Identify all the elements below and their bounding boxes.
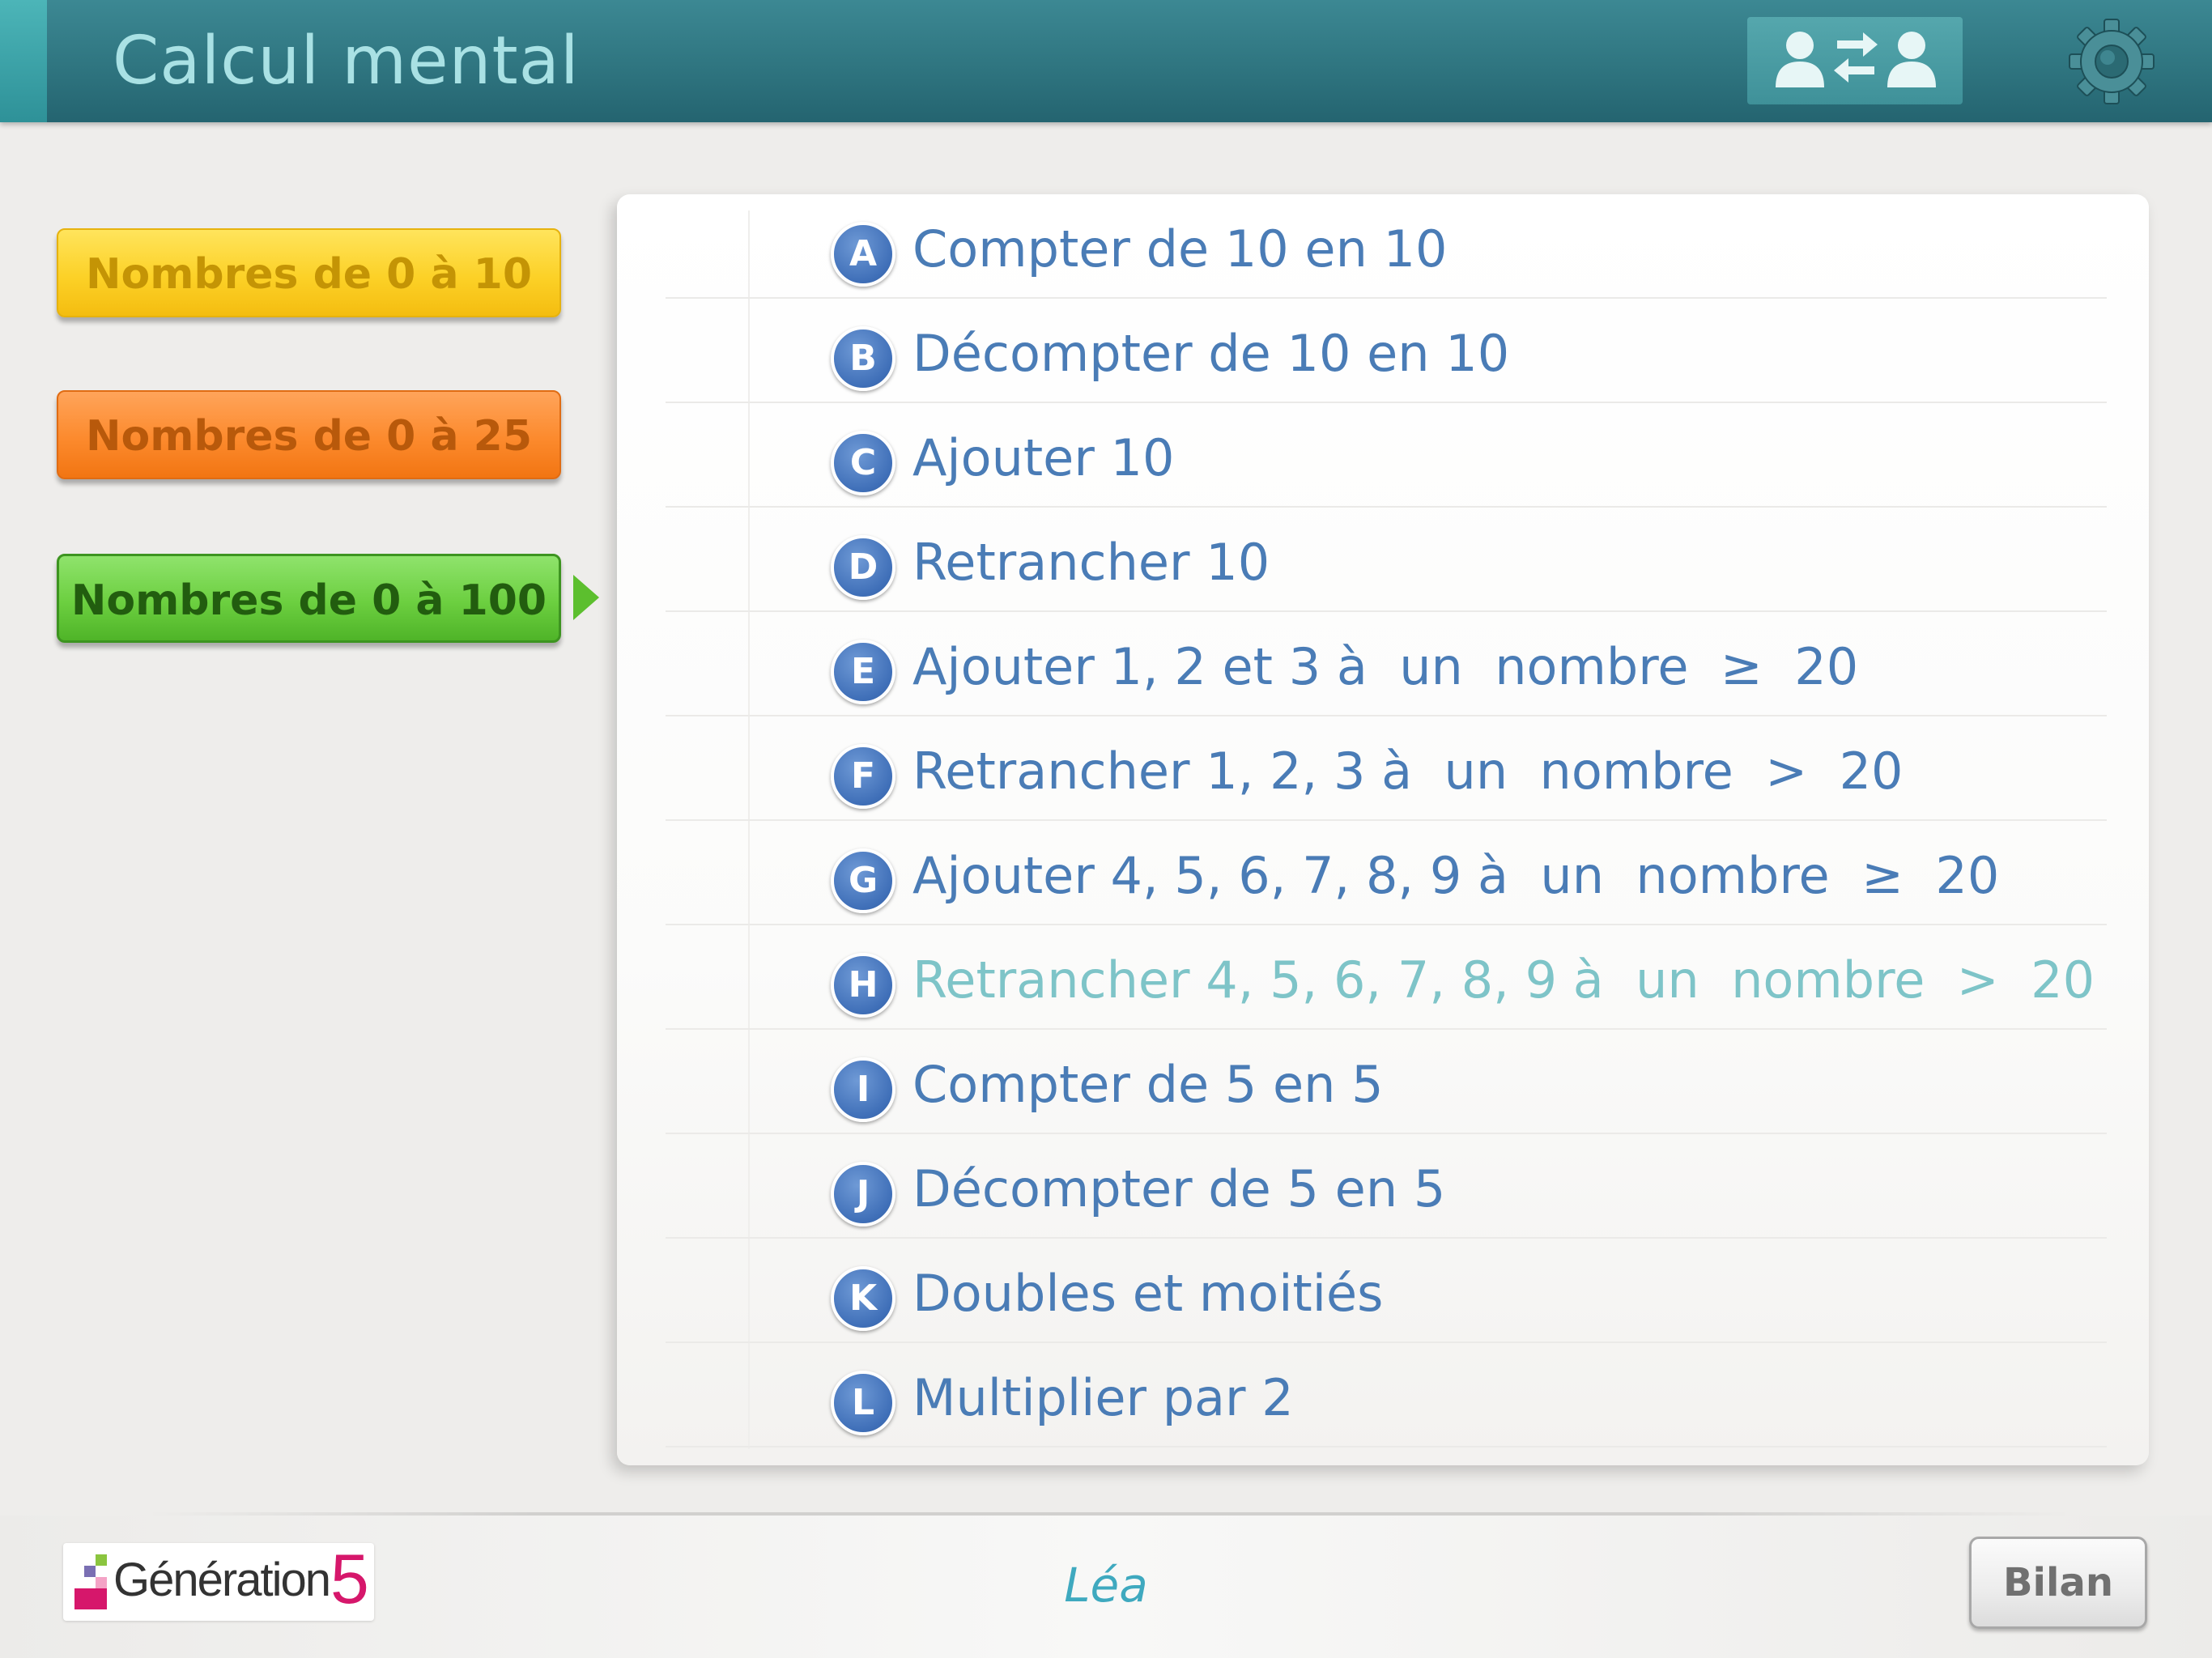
exercise-letter-badge: K bbox=[831, 1266, 895, 1331]
exercise-letter-badge: G bbox=[831, 848, 895, 913]
student-name: Léa bbox=[1064, 1558, 1148, 1613]
app-header: Calcul mental bbox=[0, 0, 2212, 122]
logo-text: Génération bbox=[113, 1554, 331, 1606]
category-button-0-100[interactable]: Nombres de 0 à 100 bbox=[57, 554, 561, 643]
switch-user-icon bbox=[1776, 32, 1936, 87]
exercise-label: Compter de 5 en 5 bbox=[912, 1055, 1384, 1114]
exercise-label: Ajouter 4, 5, 6, 7, 8, 9 à un nombre ≥ 2… bbox=[912, 846, 2000, 905]
gear-icon bbox=[2069, 19, 2155, 104]
exercise-item-b[interactable]: B Décompter de 10 en 10 bbox=[666, 299, 2107, 403]
exercise-item-i[interactable]: I Compter de 5 en 5 bbox=[666, 1030, 2107, 1134]
exercise-label: Décompter de 10 en 10 bbox=[912, 324, 1510, 383]
exercise-letter-badge: B bbox=[831, 326, 895, 391]
exercise-letter-badge: A bbox=[831, 222, 895, 287]
exercise-item-d[interactable]: D Retrancher 10 bbox=[666, 508, 2107, 612]
exercise-letter-badge: I bbox=[831, 1057, 895, 1122]
exercise-label: Décompter de 5 en 5 bbox=[912, 1159, 1446, 1218]
exercise-label: Retrancher 10 bbox=[912, 533, 1270, 592]
logo-squares-icon bbox=[74, 1554, 107, 1609]
exercise-item-h[interactable]: H Retrancher 4, 5, 6, 7, 8, 9 à un nombr… bbox=[666, 925, 2107, 1030]
exercise-item-j[interactable]: J Décompter de 5 en 5 bbox=[666, 1134, 2107, 1239]
exercise-item-l[interactable]: L Multiplier par 2 bbox=[666, 1343, 2107, 1448]
exercise-item-f[interactable]: F Retrancher 1, 2, 3 à un nombre > 20 bbox=[666, 716, 2107, 821]
exercise-letter-badge: H bbox=[831, 953, 895, 1018]
exercise-label: Retrancher 4, 5, 6, 7, 8, 9 à un nombre … bbox=[912, 950, 2095, 1010]
exercise-label: Doubles et moitiés bbox=[912, 1264, 1384, 1323]
exercise-letter-badge: J bbox=[831, 1162, 895, 1226]
selected-category-arrow bbox=[573, 575, 599, 620]
bilan-button[interactable]: Bilan bbox=[1969, 1537, 2147, 1629]
exercise-item-c[interactable]: C Ajouter 10 bbox=[666, 403, 2107, 508]
exercise-letter-badge: D bbox=[831, 535, 895, 600]
generation5-logo: Génération 5 bbox=[63, 1543, 374, 1621]
app-title: Calcul mental bbox=[113, 23, 580, 100]
exercise-label: Compter de 10 en 10 bbox=[912, 219, 1448, 278]
settings-button[interactable] bbox=[2063, 13, 2160, 110]
exercise-item-e[interactable]: E Ajouter 1, 2 et 3 à un nombre ≥ 20 bbox=[666, 612, 2107, 716]
exercise-label: Multiplier par 2 bbox=[912, 1368, 1294, 1427]
exercise-label: Ajouter 1, 2 et 3 à un nombre ≥ 20 bbox=[912, 637, 1859, 696]
category-button-0-10[interactable]: Nombres de 0 à 10 bbox=[57, 228, 561, 317]
exercise-item-a[interactable]: A Compter de 10 en 10 bbox=[666, 194, 2107, 299]
switch-user-button[interactable] bbox=[1747, 17, 1963, 104]
category-button-0-25[interactable]: Nombres de 0 à 25 bbox=[57, 390, 561, 479]
exercise-letter-badge: E bbox=[831, 640, 895, 704]
exercise-label: Retrancher 1, 2, 3 à un nombre > 20 bbox=[912, 742, 1904, 801]
exercise-letter-badge: C bbox=[831, 431, 895, 495]
exercise-label: Ajouter 10 bbox=[912, 428, 1175, 487]
exercise-item-g[interactable]: G Ajouter 4, 5, 6, 7, 8, 9 à un nombre ≥… bbox=[666, 821, 2107, 925]
logo-number: 5 bbox=[330, 1541, 369, 1618]
header-accent bbox=[0, 0, 47, 122]
exercise-letter-badge: F bbox=[831, 744, 895, 809]
exercise-panel: A Compter de 10 en 10 B Décompter de 10 … bbox=[617, 194, 2149, 1465]
exercise-letter-badge: L bbox=[831, 1371, 895, 1435]
exercise-item-k[interactable]: K Doubles et moitiés bbox=[666, 1239, 2107, 1343]
